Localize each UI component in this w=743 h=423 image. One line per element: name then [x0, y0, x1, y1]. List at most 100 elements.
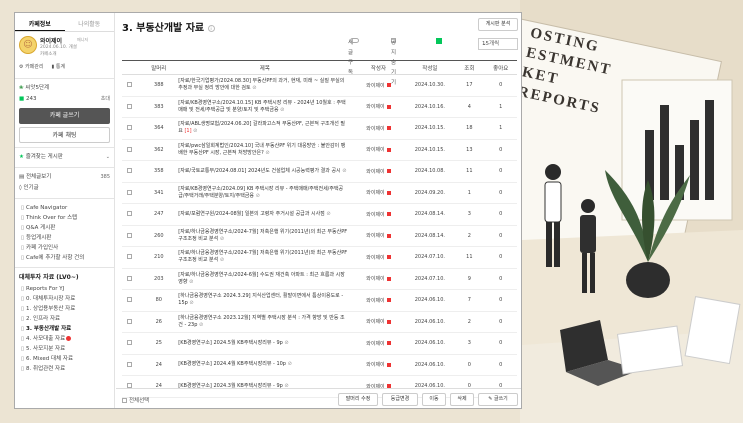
sidebar-item-infra[interactable]: ▯ 2. 인프라 자료: [15, 314, 114, 324]
checkbox[interactable]: [127, 103, 133, 109]
favorite-boards[interactable]: ★ 즐겨찾는 게시판 ⌄: [15, 152, 114, 163]
post-title[interactable]: [자료/KB경영연구소/2024.09] KB 주택시장 리뷰 - 주택매매/주…: [178, 182, 352, 204]
row-checkbox[interactable]: [122, 182, 140, 204]
post-author[interactable]: 와이제이: [351, 96, 406, 118]
checkbox[interactable]: [122, 398, 127, 403]
post-title[interactable]: [자료/KB경영연구소/2024.10.15] KB 주택시장 리뷰 - 202…: [178, 96, 352, 118]
post-title[interactable]: [자료/한국기업평가/2024.08.30] 부동산PF의 과거, 현재, 미래…: [178, 74, 352, 97]
checkbox[interactable]: [127, 125, 133, 131]
table-row[interactable]: 25 [KB경영연구소] 2024.5월 KB주택시장리뷰 - 9p ⊘ 와이제이 2…: [122, 332, 517, 355]
row-checkbox[interactable]: [122, 139, 140, 161]
change-grade-button[interactable]: 등급변경: [382, 393, 418, 406]
select-all-option[interactable]: 전체선택: [122, 396, 149, 404]
table-row[interactable]: 260 [자료/하나금융경영연구소/2024-7월] 저축은행 위기(2011년)…: [122, 225, 517, 247]
table-row[interactable]: 210 [자료/하나금융경영연구소/2024-7월] 저축은행 위기(2011년)…: [122, 246, 517, 269]
write-button[interactable]: ✎ 글쓰기: [478, 393, 518, 406]
invite-link[interactable]: 초대: [101, 94, 110, 105]
table-row[interactable]: 364 [자료/ABL생명보험/2024.06.20] 갈라파고스적 부동산PF,…: [122, 117, 517, 140]
sidebar-item-mixed-alt[interactable]: ▯ 6. Mixed 대체 자료: [15, 354, 114, 364]
col-likes[interactable]: 좋아요: [484, 60, 517, 75]
row-checkbox[interactable]: [122, 246, 140, 269]
col-prefix[interactable]: 말머리: [139, 60, 179, 75]
board-analysis-button[interactable]: 게시판 분석: [478, 18, 518, 31]
post-author[interactable]: 와이제이: [351, 160, 406, 183]
menu-item[interactable]: ▯ Cafe Navigator: [15, 203, 114, 213]
post-author[interactable]: 와이제이: [351, 268, 406, 290]
checkbox[interactable]: [127, 168, 133, 174]
row-checkbox[interactable]: [122, 354, 140, 376]
menu-item[interactable]: ▯ Q&A 게시판: [15, 223, 114, 233]
post-title[interactable]: [자료/pwc삼일회계법인/2024.10] 국내 부동산PF 위기 대응방안 …: [178, 139, 352, 161]
post-title[interactable]: [자료/하나금융경영연구소/2024-7월] 저축은행 위기(2011년)의 최…: [178, 225, 352, 247]
cafe-chat-button[interactable]: 카페 채팅: [19, 127, 110, 143]
post-author[interactable]: 와이제이: [351, 139, 406, 161]
checkbox[interactable]: [127, 254, 133, 260]
post-title[interactable]: [자료/국토교통부/2024.08.01] 2024년도 건설업체 시공능력평가…: [178, 160, 352, 183]
comment-count[interactable]: [1]: [184, 128, 191, 134]
tab-my-activity[interactable]: 나의활동: [65, 18, 115, 31]
sidebar-item-commercial-re[interactable]: ▯ 1. 상업용부동산 자료: [15, 304, 114, 314]
row-checkbox[interactable]: [122, 203, 140, 226]
post-title[interactable]: [KB경영연구소] 2024.4월 KB주택시장리뷰 - 10p ⊘: [178, 354, 352, 376]
post-author[interactable]: 와이제이: [351, 74, 406, 97]
table-row[interactable]: 247 [자료/포럼연구원/2024-08월] 일본의 고령자 주거시설 공급과 …: [122, 203, 517, 226]
post-title[interactable]: [KB경영연구소] 2024.5월 KB주택시장리뷰 - 9p ⊘: [178, 332, 352, 355]
delete-button[interactable]: 삭제: [450, 393, 474, 406]
post-author[interactable]: 와이제이: [351, 354, 406, 376]
post-title[interactable]: [자료/ABL생명보험/2024.06.20] 갈라파고스적 부동산PF, 근본…: [178, 117, 352, 140]
post-author[interactable]: 와이제이: [351, 182, 406, 204]
post-title[interactable]: [자료/하나금융경영연구소/2024-7월] 저축은행 위기(2011년)와 최…: [178, 246, 352, 269]
table-row[interactable]: 26 [하나금융경영연구소 2023.12월] 지역별 주택시장 분석 : 가격 …: [122, 311, 517, 333]
table-row[interactable]: 24 [KB경영연구소] 2024.4월 KB주택시장리뷰 - 10p ⊘ 와이제이…: [122, 354, 517, 376]
checkbox[interactable]: [127, 297, 133, 303]
checkbox[interactable]: [127, 232, 133, 238]
post-title[interactable]: [하나금융경영연구소 2024.3.29] 지식산업센터, 활발이면에서 틈상이…: [178, 289, 352, 312]
tab-cafe-info[interactable]: 카페정보: [15, 18, 65, 31]
page-size-select[interactable]: 15개씩 ⌄: [478, 38, 518, 50]
album-view-icon[interactable]: [436, 38, 442, 44]
row-checkbox[interactable]: [122, 96, 140, 118]
post-title[interactable]: [자료/하나금융경영연구소/2024-6월] 수도권 재건축 아파트 : 최근 …: [178, 268, 352, 290]
post-title[interactable]: [하나금융경영연구소 2023.12월] 지역별 주택시장 분석 : 가격 향방…: [178, 311, 352, 333]
checkbox[interactable]: [127, 146, 133, 152]
member-level[interactable]: ❀ 씨앗5단계: [15, 83, 114, 94]
table-row[interactable]: 362 [자료/pwc삼일회계법인/2024.10] 국내 부동산PF 위기 대응…: [122, 139, 517, 161]
cafe-manage-link[interactable]: ⚙ 카페관리: [19, 63, 43, 70]
checkbox[interactable]: [127, 82, 133, 88]
table-row[interactable]: 388 [자료/한국기업평가/2024.08.30] 부동산PF의 과거, 현재,…: [122, 74, 517, 97]
toggle-switch[interactable]: [350, 38, 359, 43]
edit-prefix-button[interactable]: 말머리 수정: [338, 393, 378, 406]
sidebar-item-re-development[interactable]: ▯ 3. 부동산개발 자료: [15, 324, 114, 334]
all-posts-link[interactable]: ▤ 전체글보기 385: [15, 172, 114, 183]
post-author[interactable]: 와이제이: [351, 289, 406, 312]
table-row[interactable]: 358 [자료/국토교통부/2024.08.01] 2024년도 건설업체 시공능…: [122, 160, 517, 183]
post-author[interactable]: 와이제이: [351, 117, 406, 140]
board-info-icon[interactable]: i: [207, 24, 215, 32]
move-button[interactable]: 이동: [422, 393, 446, 406]
menu-item[interactable]: ▯ Cafe에 추가할 사항 건의: [15, 253, 114, 263]
table-row[interactable]: 80 [하나금융경영연구소 2024.3.29] 지식산업센터, 활발이면에서 틈…: [122, 289, 517, 312]
popular-posts-link[interactable]: ◊ 인기글: [15, 183, 114, 194]
checkbox[interactable]: [127, 275, 133, 281]
cafe-intro-link[interactable]: 카페소개: [40, 51, 57, 57]
checkbox[interactable]: [127, 361, 133, 367]
row-checkbox[interactable]: [122, 311, 140, 333]
sidebar-item-private-debt[interactable]: ▯ 4. 사모대출 자료: [15, 334, 114, 344]
table-row[interactable]: 383 [자료/KB경영연구소/2024.10.15] KB 주택시장 리뷰 - …: [122, 96, 517, 118]
post-author[interactable]: 와이제이: [351, 311, 406, 333]
table-row[interactable]: 203 [자료/하나금융경영연구소/2024-6월] 수도권 재건축 아파트 : …: [122, 268, 517, 290]
sidebar-item-private-equity[interactable]: ▯ 5. 사모지분 자료: [15, 344, 114, 354]
post-author[interactable]: 와이제이: [351, 225, 406, 247]
checkbox[interactable]: [127, 211, 133, 217]
checkbox[interactable]: [127, 340, 133, 346]
stats-link[interactable]: ▮ 통계: [51, 63, 65, 70]
row-checkbox[interactable]: [122, 160, 140, 183]
post-author[interactable]: 와이제이: [351, 203, 406, 226]
sidebar-item-reports-yj[interactable]: ▯ Reports For YJ: [15, 284, 114, 294]
checkbox[interactable]: [127, 318, 133, 324]
menu-item[interactable]: ▯ Think Over for 스텝: [15, 213, 114, 223]
sidebar-item-alt-market[interactable]: ▯ 0. 대체투자시장 자료: [15, 294, 114, 304]
row-checkbox[interactable]: [122, 268, 140, 290]
row-checkbox[interactable]: [122, 332, 140, 355]
post-title[interactable]: [자료/포럼연구원/2024-08월] 일본의 고령자 주거시설 공급과 시사점…: [178, 203, 352, 226]
